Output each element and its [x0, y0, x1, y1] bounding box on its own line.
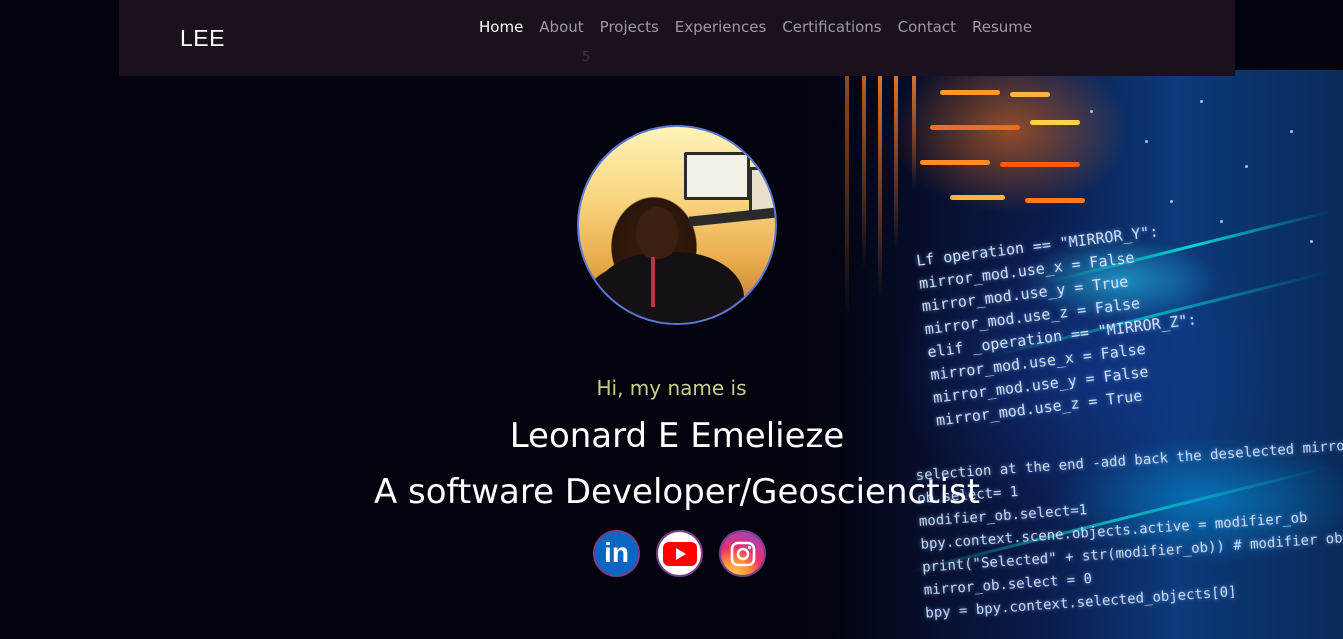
page: Lf operation == "MIRROR_Y": mirror_mod.u… — [0, 0, 1343, 639]
nav-item-experiences[interactable]: Experiences — [667, 16, 774, 38]
nav-badge: 5 — [582, 50, 591, 65]
nav-links: Home About Projects Experiences Certific… — [471, 16, 1040, 38]
background-code-image: Lf operation == "MIRROR_Y": mirror_mod.u… — [790, 70, 1343, 639]
social-links: in — [593, 530, 766, 577]
hero-name: Leonard E Emelieze — [509, 416, 845, 456]
profile-avatar — [577, 125, 777, 325]
youtube-icon — [662, 541, 697, 566]
nav-item-resume[interactable]: Resume — [964, 16, 1040, 38]
background-code-block: Lf operation == "MIRROR_Y": mirror_mod.u… — [915, 222, 1198, 430]
instagram-icon — [730, 541, 755, 566]
youtube-link[interactable] — [656, 530, 703, 577]
navbar: LEE Home About Projects Experiences Cert… — [119, 0, 1235, 76]
nav-item-about[interactable]: About — [531, 16, 591, 38]
nav-item-certifications[interactable]: Certifications — [774, 16, 889, 38]
nav-item-projects[interactable]: Projects — [592, 16, 667, 38]
background-code-block-2: selection at the end -add back the desel… — [915, 438, 1343, 622]
brand-logo[interactable]: LEE — [180, 25, 225, 52]
hero-greeting: Hi, my name is — [596, 376, 747, 400]
nav-item-contact[interactable]: Contact — [890, 16, 964, 38]
instagram-link[interactable] — [719, 530, 766, 577]
linkedin-link[interactable]: in — [593, 530, 640, 577]
hero-role: A software Developer/Geoscienctist — [373, 472, 981, 512]
linkedin-icon: in — [604, 536, 629, 568]
nav-item-home[interactable]: Home — [471, 16, 531, 38]
